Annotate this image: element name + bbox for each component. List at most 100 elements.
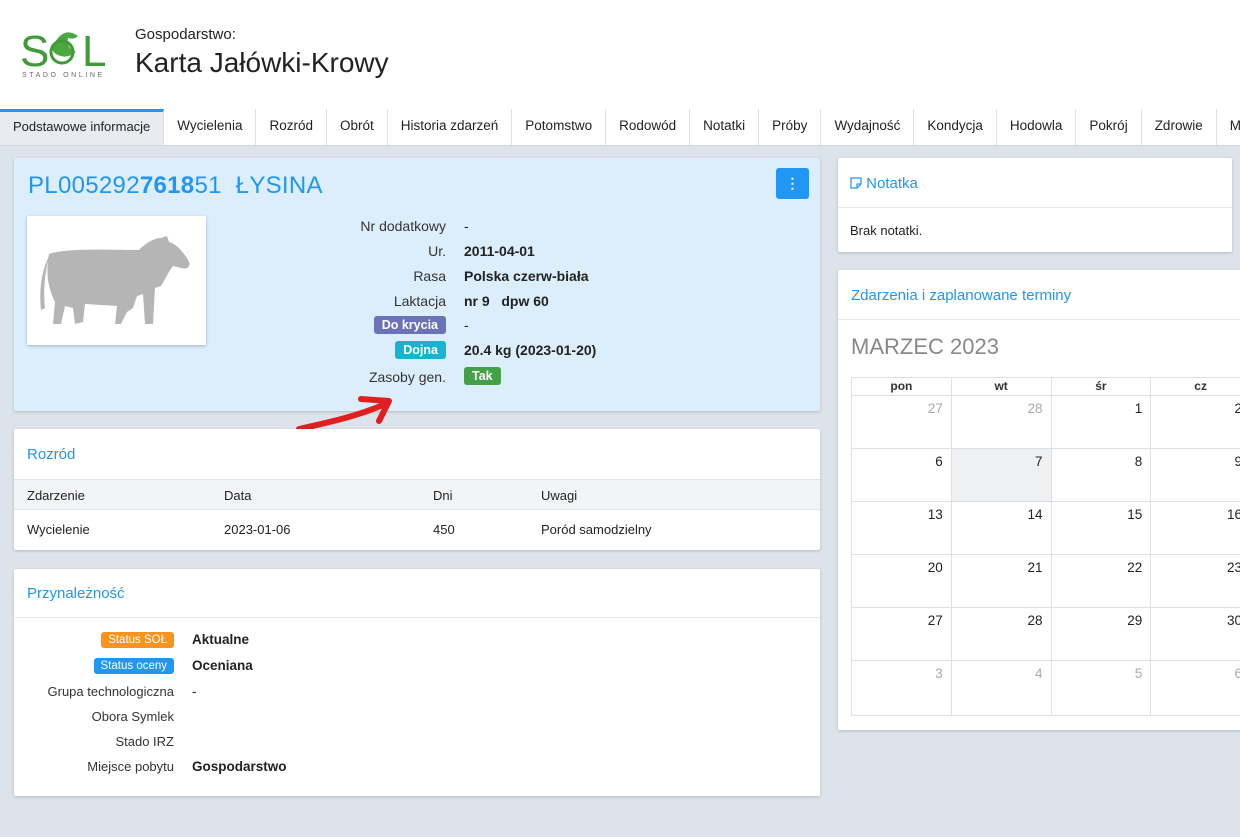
weekday-header: pon — [852, 378, 952, 396]
calendar-day[interactable]: 2 — [1151, 396, 1240, 449]
dojna-badge: Dojna — [395, 341, 446, 359]
calendar-weekday-row: pon wt śr cz — [852, 378, 1240, 396]
tab-wydajnosc[interactable]: Wydajność — [821, 109, 915, 145]
calendar-day[interactable]: 28 — [951, 396, 1052, 449]
column-header-uwagi[interactable]: Uwagi — [541, 488, 577, 503]
row-miejsce-pobytu: Miejsce pobytu Gospodarstwo — [14, 759, 514, 779]
calendar-day[interactable]: 21 — [951, 555, 1052, 608]
divider — [14, 617, 820, 618]
row-status-sol: Status SOŁ Aktualne — [14, 632, 514, 652]
row-obora-symlek: Obora Symlek — [14, 709, 514, 729]
calendar-week-row: 20 21 22 23 — [852, 555, 1240, 608]
calendar-day[interactable]: 1 — [1051, 396, 1152, 449]
grupa-label: Grupa technologiczna — [47, 684, 174, 699]
calendar-day[interactable]: 30 — [1151, 608, 1240, 661]
status-oceny-badge: Status oceny — [93, 658, 174, 674]
calendar-day[interactable]: 14 — [951, 502, 1052, 555]
tab-hodowla[interactable]: Hodowla — [997, 109, 1077, 145]
weekday-header: śr — [1051, 378, 1152, 396]
miejsce-label: Miejsce pobytu — [87, 759, 174, 774]
tab-obrot[interactable]: Obrót — [327, 109, 388, 145]
field-label-wrap: Dojna — [395, 341, 446, 359]
calendar-day[interactable]: 9 — [1151, 449, 1240, 502]
tab-proby[interactable]: Próby — [759, 109, 822, 145]
calendar-day[interactable]: 6 — [1151, 661, 1240, 716]
tab-rozrod[interactable]: Rozród — [256, 109, 327, 145]
tab-zdrowie[interactable]: Zdrowie — [1142, 109, 1217, 145]
tab-potomstwo[interactable]: Potomstwo — [512, 109, 607, 145]
tab-podstawowe-informacje[interactable]: Podstawowe informacje — [0, 109, 165, 145]
calendar-day[interactable]: 22 — [1051, 555, 1152, 608]
label-wrap: Status oceny — [93, 657, 174, 674]
field-value: nr 9 dpw 60 — [464, 293, 549, 309]
calendar-panel: Zdarzenia i zaplanowane terminy MARZEC 2… — [838, 270, 1240, 730]
calendar-day[interactable]: 5 — [1051, 661, 1152, 716]
tab-notatki[interactable]: Notatki — [690, 109, 760, 145]
calendar-day[interactable]: 16 — [1151, 502, 1240, 555]
field-label: Ur. — [428, 243, 446, 259]
cow-id-suffix: 51 — [194, 172, 222, 199]
calendar-weeks: 27 28 1 2 6 7 8 9 13 14 15 16 20 21 22 23 27 28 29 30 3 4 5 6 — [852, 396, 1240, 716]
calendar-day[interactable]: 23 — [1151, 555, 1240, 608]
field-label-wrap: Do krycia — [373, 316, 446, 334]
calendar-day[interactable]: 29 — [1051, 608, 1152, 661]
calendar-day[interactable]: 3 — [852, 661, 952, 716]
field-label: Zasoby gen. — [368, 369, 446, 385]
grupa-value: - — [192, 684, 197, 699]
field-nr-dodatkowy: Nr dodatkowy - — [194, 218, 594, 238]
rozrod-panel: Rozród Zdarzenie Data Dni Uwagi Wycielen… — [14, 429, 820, 550]
row-grupa-technologiczna: Grupa technologiczna - — [14, 684, 514, 704]
app-header: S L STADO ONLINE Gospodarstwo: Karta Jał… — [0, 0, 1240, 110]
field-value: 2011-04-01 — [464, 243, 535, 259]
field-value-wrap: Tak — [464, 367, 501, 385]
calendar-month: MARZEC 2023 — [851, 334, 999, 359]
column-header-dni[interactable]: Dni — [433, 488, 453, 503]
field-value: 20.4 kg (2023-01-20) — [464, 342, 597, 358]
cell-zdarzenie: Wycielenie — [27, 522, 90, 537]
farm-label: Gospodarstwo: — [135, 26, 236, 43]
table-row[interactable]: Wycielenie 2023-01-06 450 Poród samodzie… — [14, 512, 820, 548]
calendar-day[interactable]: 6 — [852, 449, 952, 502]
calendar-day-today[interactable]: 7 — [951, 449, 1052, 502]
more-options-button[interactable]: ⋮ — [776, 168, 809, 199]
tab-bar: Podstawowe informacje Wycielenia Rozród … — [0, 109, 1240, 146]
notatka-title-wrap[interactable]: Notatka — [850, 175, 918, 192]
calendar-day[interactable]: 27 — [852, 396, 952, 449]
calendar-day[interactable]: 8 — [1051, 449, 1152, 502]
divider — [838, 207, 1232, 208]
field-do-krycia: Do krycia - — [194, 316, 594, 337]
cow-id-bold: 7618 — [139, 172, 195, 199]
svg-text:S: S — [20, 27, 48, 74]
tab-kondycja[interactable]: Kondycja — [914, 109, 997, 145]
column-header-data[interactable]: Data — [224, 488, 251, 503]
tab-rodowod[interactable]: Rodowód — [606, 109, 691, 145]
calendar-grid: pon wt śr cz 27 28 1 2 6 7 8 9 13 14 15 16 20 21 22 23 2… — [851, 377, 1240, 716]
tab-historia-zdarzen[interactable]: Historia zdarzeń — [388, 109, 513, 145]
page-title: Karta Jałówki-Krowy — [135, 47, 389, 78]
row-stado-irz: Stado IRZ — [14, 734, 514, 754]
calendar-day[interactable]: 4 — [951, 661, 1052, 716]
tab-mleko[interactable]: Mleko — [1217, 109, 1240, 145]
field-label: Rasa — [413, 268, 446, 284]
cow-identifier: PL005292761851 ŁYSINA — [28, 172, 323, 200]
cell-uwagi: Poród samodzielny — [541, 522, 652, 537]
calendar-week-row: 27 28 29 30 — [852, 608, 1240, 661]
cow-silhouette-icon — [40, 236, 190, 324]
cow-id-prefix: PL005292 — [28, 172, 140, 199]
calendar-day[interactable]: 15 — [1051, 502, 1152, 555]
field-label: Laktacja — [393, 293, 446, 309]
tab-wycielenia[interactable]: Wycielenia — [164, 109, 257, 145]
note-text: Brak notatki. — [850, 223, 923, 238]
calendar-week-row: 27 28 1 2 — [852, 396, 1240, 449]
status-sol-badge: Status SOŁ — [101, 632, 174, 648]
calendar-day[interactable]: 13 — [852, 502, 952, 555]
calendar-day[interactable]: 28 — [951, 608, 1052, 661]
svg-text:L: L — [82, 27, 106, 74]
calendar-day[interactable]: 27 — [852, 608, 952, 661]
cow-name: ŁYSINA — [235, 172, 323, 199]
calendar-week-row: 13 14 15 16 — [852, 502, 1240, 555]
column-header-zdarzenie[interactable]: Zdarzenie — [27, 488, 85, 503]
calendar-day[interactable]: 20 — [852, 555, 952, 608]
tab-pokroj[interactable]: Pokrój — [1076, 109, 1142, 145]
field-value: - — [464, 317, 469, 333]
